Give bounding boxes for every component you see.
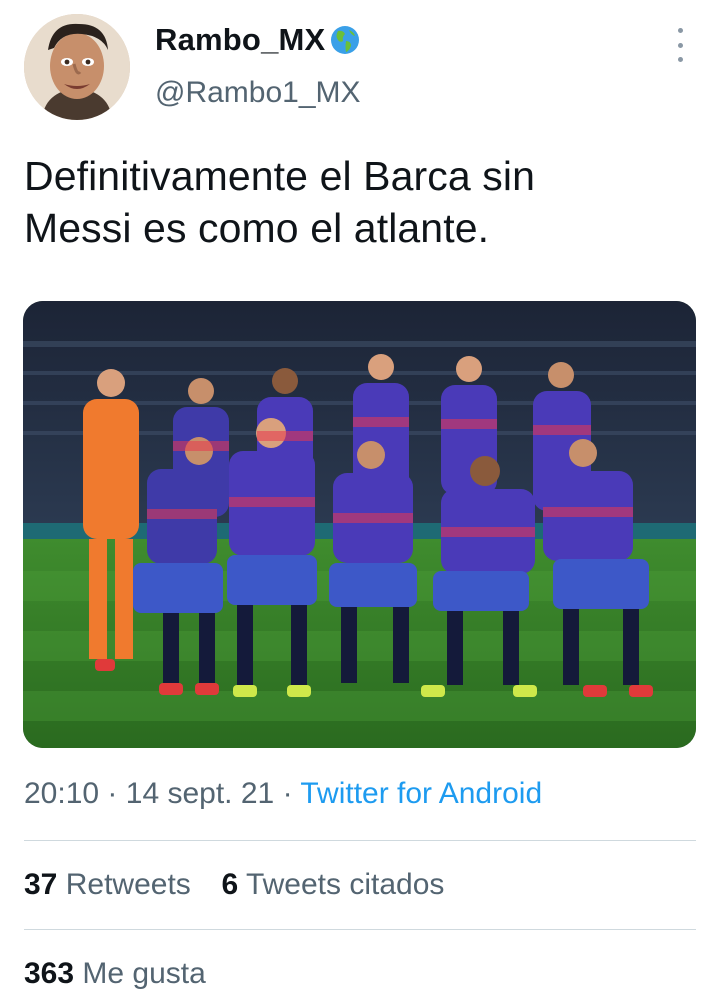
author-name-row[interactable]: Rambo_MX xyxy=(155,22,361,58)
dot xyxy=(677,42,683,48)
team-photo xyxy=(23,301,696,748)
quote-tweets-label: Tweets citados xyxy=(245,868,445,901)
retweets-label: Retweets xyxy=(65,868,191,901)
tweet-source-link[interactable]: Twitter for Android xyxy=(300,777,542,810)
dot xyxy=(677,57,683,62)
tweet-text-line-2: Messi es como el atlante. xyxy=(24,205,490,251)
likes-stat[interactable]: 363 Me gusta xyxy=(24,957,206,990)
tweet-date[interactable]: 14 sept. 21 xyxy=(126,777,274,810)
separator: · xyxy=(107,777,118,810)
separator: · xyxy=(282,777,293,810)
likes-row: 363 Me gusta xyxy=(24,957,206,991)
retweets-count: 37 xyxy=(24,868,58,901)
quote-tweets-count: 6 xyxy=(221,868,239,901)
more-options-icon[interactable] xyxy=(668,28,692,62)
tweet-photo[interactable] xyxy=(23,301,696,748)
divider xyxy=(24,929,696,930)
avatar-image xyxy=(24,14,130,120)
display-name[interactable]: Rambo_MX xyxy=(155,22,325,58)
tweet-metadata: 20:10 · 14 sept. 21 · Twitter for Androi… xyxy=(24,777,542,811)
likes-count: 363 xyxy=(24,957,75,990)
engagement-stats: 37 Retweets 6 Tweets citados xyxy=(24,868,444,902)
dot xyxy=(677,28,683,33)
author-handle[interactable]: @Rambo1_MX xyxy=(155,76,361,110)
quote-tweets-stat[interactable]: 6 Tweets citados xyxy=(221,868,444,901)
divider xyxy=(24,840,696,841)
likes-label: Me gusta xyxy=(82,957,206,990)
tweet-header: Rambo_MX @Rambo1_MX xyxy=(0,0,719,130)
tweet-time: 20:10 xyxy=(24,777,100,810)
tweet-text: Definitivamente el Barca sin Messi es co… xyxy=(24,150,694,254)
avatar[interactable] xyxy=(24,14,130,120)
retweets-stat[interactable]: 37 Retweets xyxy=(24,868,199,901)
globe-americas-icon xyxy=(329,24,361,56)
tweet-text-line-1: Definitivamente el Barca sin xyxy=(24,153,535,199)
